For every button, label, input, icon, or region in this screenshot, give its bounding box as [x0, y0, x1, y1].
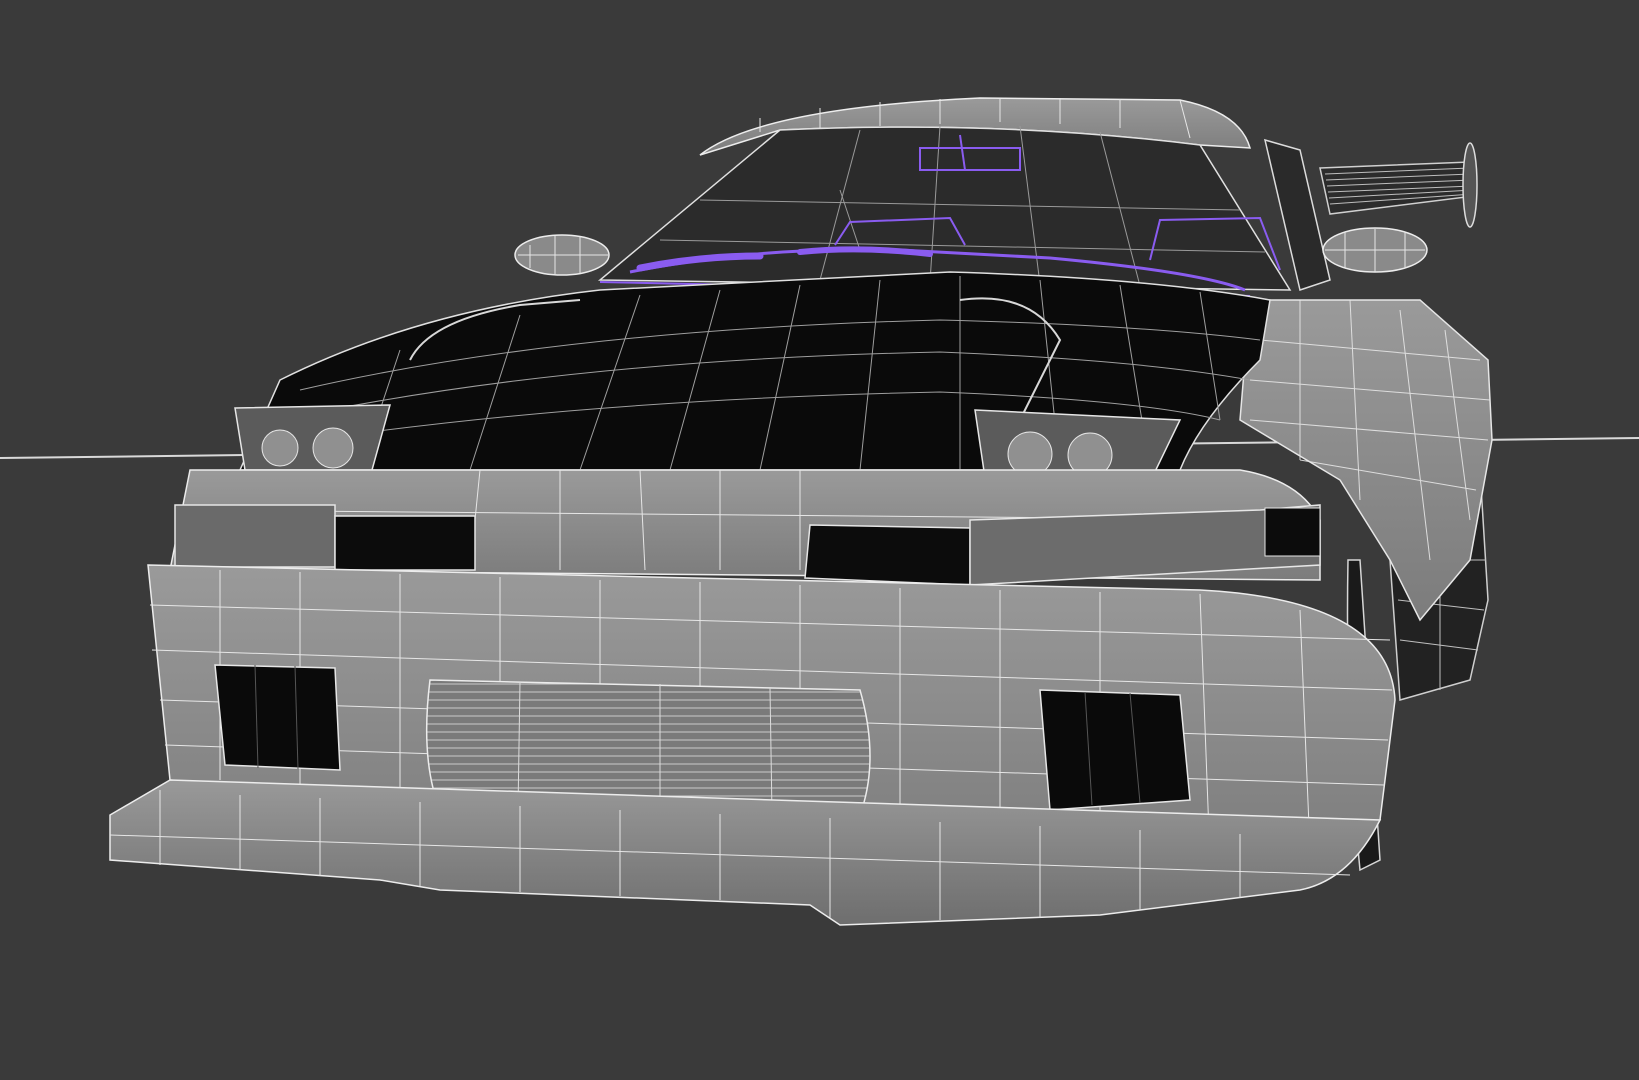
side-mirror-left[interactable]: [514, 234, 610, 276]
side-mirror-right[interactable]: [1322, 227, 1428, 273]
brake-duct-left[interactable]: [214, 664, 341, 771]
headlight-left[interactable]: [234, 404, 391, 471]
brake-duct-right[interactable]: [1039, 689, 1191, 811]
viewport-canvas[interactable]: [0, 0, 1639, 1080]
3d-viewport[interactable]: [0, 0, 1639, 1080]
rear-wing[interactable]: [1319, 142, 1478, 228]
